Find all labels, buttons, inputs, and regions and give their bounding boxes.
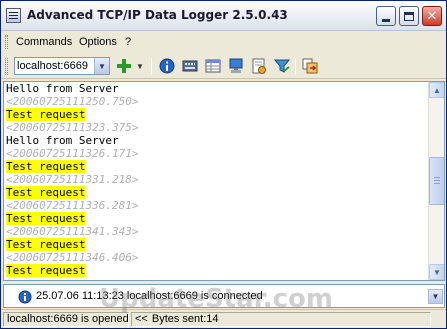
add-connection-icon	[117, 59, 131, 73]
log-line-text: <20060725111336.281>	[6, 199, 139, 212]
log-request-line: Test request	[6, 186, 428, 199]
menubar-grip[interactable]	[5, 35, 8, 49]
message-bar[interactable]: 25.07.06 11:13:23 localhost:6669 is conn…	[3, 284, 445, 308]
log-request-line: Test request	[6, 238, 428, 251]
log-line-text: <20060725111341.343>	[6, 225, 139, 238]
scrollbar-thumb[interactable]	[429, 157, 444, 205]
menu-help[interactable]: ?	[125, 36, 131, 48]
log-file-button[interactable]	[250, 57, 268, 75]
data-table-button[interactable]	[204, 57, 222, 75]
app-window: Advanced TCP/IP Data Logger 2.5.0.43 ✕ C…	[0, 0, 447, 329]
log-line-text: <20060725111346.406>	[6, 251, 139, 264]
log-line-text: <20060725111250.750>	[6, 95, 139, 108]
toolbar: localhost:6669 ▼ ▼	[1, 53, 446, 79]
menu-commands[interactable]: Commands	[16, 36, 72, 48]
log-line-text: Test request	[6, 160, 86, 173]
maximize-button[interactable]	[399, 6, 419, 26]
computer-monitor-icon	[229, 58, 243, 73]
chevron-up-icon: ▲	[433, 85, 441, 95]
log-timestamp: <20060725111331.218>	[6, 173, 428, 186]
bytes-status: << Bytes sent:14	[131, 312, 431, 327]
copy-export-icon	[302, 58, 318, 74]
connection-status: localhost:6669 is opened	[3, 312, 129, 327]
info-icon	[159, 58, 175, 74]
info-icon	[18, 290, 32, 304]
log-request-line: Test request	[6, 212, 428, 225]
log-line-text: Test request	[6, 264, 86, 277]
add-connection-dropdown[interactable]: ▼	[135, 57, 145, 75]
info-button[interactable]	[158, 57, 176, 75]
chevron-down-icon: ▼	[433, 267, 441, 277]
computer-button[interactable]	[227, 57, 245, 75]
log-server-line: Hello from Server	[6, 82, 428, 95]
scroll-up-button[interactable]: ▲	[429, 82, 444, 98]
log-server-line: Hello from Server	[6, 134, 428, 147]
maximize-icon	[404, 11, 414, 21]
log-line-text: Test request	[6, 212, 86, 225]
window-title: Advanced TCP/IP Data Logger 2.5.0.43	[27, 8, 288, 22]
log-line-text: Test request	[6, 108, 86, 121]
log-lines: Hello from Server <20060725111250.750> Tes…	[6, 82, 428, 277]
log-line-text: Hello from Server	[6, 134, 119, 147]
minimize-icon	[382, 18, 390, 22]
menu-bar: Commands Options ?	[1, 32, 446, 52]
close-button[interactable]: ✕	[422, 6, 442, 26]
log-line-text: <20060725111326.171>	[6, 147, 139, 160]
copy-export-button[interactable]	[301, 57, 319, 75]
vertical-scrollbar[interactable]: ▲ ▼	[428, 82, 444, 280]
log-file-icon	[252, 58, 266, 74]
toolbar-separator	[151, 58, 152, 75]
title-bar[interactable]: Advanced TCP/IP Data Logger 2.5.0.43 ✕	[1, 1, 446, 31]
log-timestamp: <20060725111336.281>	[6, 199, 428, 212]
log-timestamp: <20060725111341.343>	[6, 225, 428, 238]
filter-button[interactable]	[273, 57, 291, 75]
log-line-text: Hello from Server	[6, 82, 119, 95]
log-timestamp: <20060725111323.375>	[6, 121, 428, 134]
scroll-down-button[interactable]: ▼	[429, 264, 444, 280]
status-message: 25.07.06 11:13:23 localhost:6669 is conn…	[36, 290, 263, 302]
close-icon: ✕	[426, 8, 438, 24]
app-icon[interactable]	[6, 8, 21, 23]
chevron-down-icon[interactable]: ▼	[94, 58, 109, 74]
log-line-text: <20060725111323.375>	[6, 121, 139, 134]
log-request-line: Test request	[6, 160, 428, 173]
menu-options[interactable]: Options	[79, 36, 117, 48]
log-line-text: <20060725111331.218>	[6, 173, 139, 186]
keyboard-button[interactable]	[181, 57, 199, 75]
log-view[interactable]: Hello from Server <20060725111250.750> Tes…	[3, 81, 445, 281]
host-select[interactable]: localhost:6669 ▼	[14, 57, 110, 75]
host-select-value: localhost:6669	[17, 60, 88, 72]
log-request-line: Test request	[6, 264, 428, 277]
chevron-down-icon[interactable]: ▼	[428, 289, 443, 304]
data-table-icon	[205, 59, 221, 73]
log-timestamp: <20060725111250.750>	[6, 95, 428, 108]
minimize-button[interactable]	[376, 6, 396, 26]
add-connection-button[interactable]	[115, 57, 133, 75]
toolbar-separator	[295, 58, 296, 75]
keyboard-icon	[182, 60, 198, 72]
log-line-text: Test request	[6, 238, 86, 251]
filter-icon	[274, 59, 290, 73]
log-timestamp: <20060725111346.406>	[6, 251, 428, 264]
toolbar-grip[interactable]	[5, 58, 8, 75]
log-line-text: Test request	[6, 186, 86, 199]
status-bar: localhost:6669 is opened << Bytes sent:14	[1, 309, 446, 328]
log-request-line: Test request	[6, 108, 428, 121]
bytes-arrows: <<	[135, 313, 148, 325]
bytes-sent: Bytes sent:14	[151, 313, 219, 325]
log-timestamp: <20060725111326.171>	[6, 147, 428, 160]
